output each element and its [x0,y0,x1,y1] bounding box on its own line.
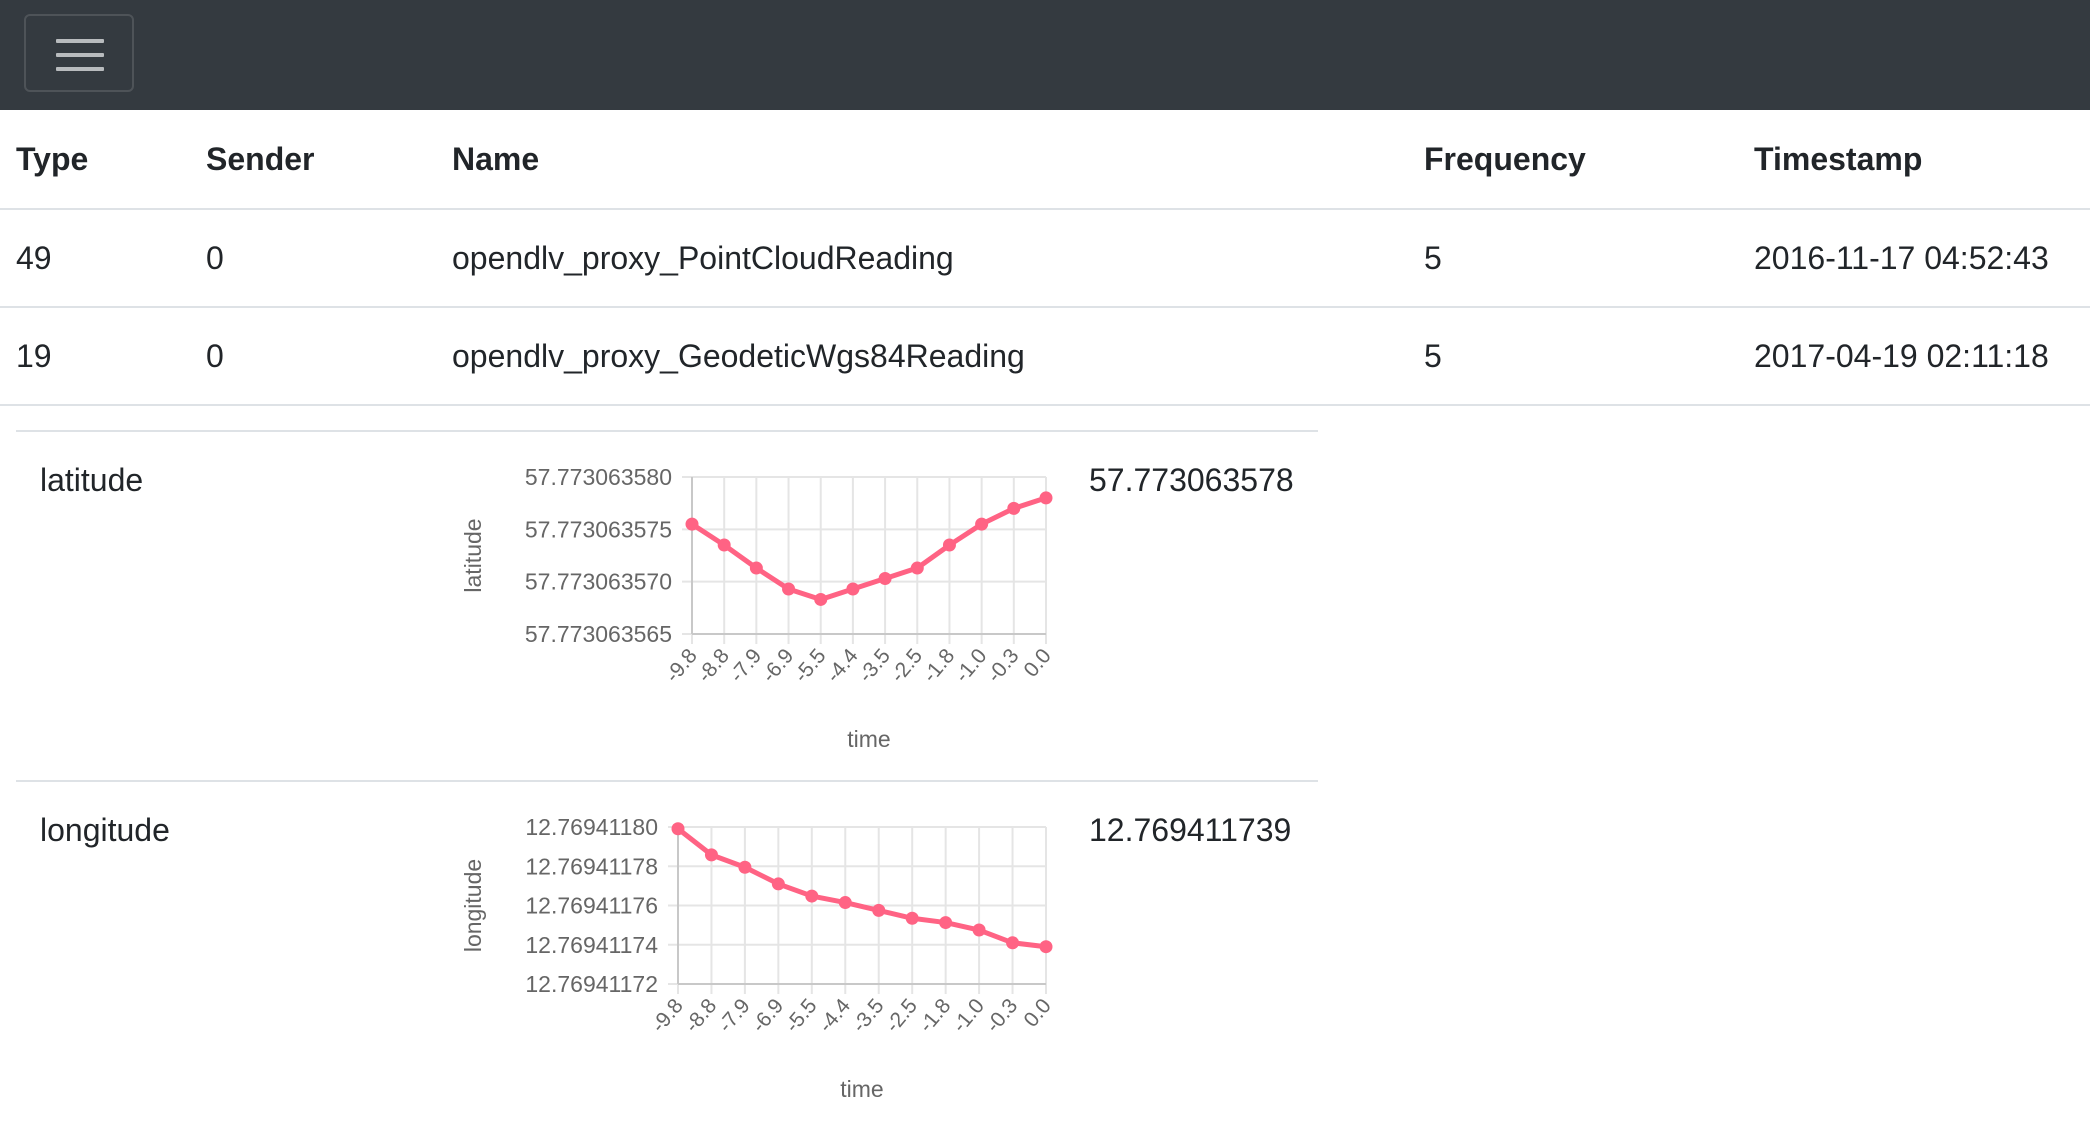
cell-timestamp: 2016-11-17 04:52:43 [1738,209,2090,308]
data-point [738,860,752,874]
data-point [972,923,986,937]
x-tick-label: -4.4 [814,994,855,1037]
y-tick-label: 57.773063580 [525,464,672,490]
data-point [910,561,924,575]
cell-timestamp: 2017-04-19 02:11:18 [1738,307,2090,406]
x-tick-label: -9.8 [647,994,688,1037]
y-tick-label: 12.76941176 [525,893,658,919]
cell-type: 19 [0,307,190,406]
x-tick-label: -4.4 [822,644,863,687]
x-tick-label: -0.3 [981,994,1022,1037]
signal-value: 12.769411739 [1089,812,1292,848]
x-tick-label: -5.5 [781,994,822,1037]
x-tick-label: -8.8 [693,644,734,687]
column-header-frequency: Frequency [1408,110,1738,210]
y-tick-label: 57.773063565 [525,621,672,647]
column-header-timestamp: Timestamp [1738,110,2090,210]
latitude-chart: 57.773063580 57.773063575 57.773063570 57.7… [460,464,1056,752]
x-tick-label: -5.5 [790,644,831,687]
cell-sender: 0 [190,307,436,406]
y-tick-label: 12.76941180 [525,814,658,840]
cell-name: opendlv_proxy_GeodeticWgs84Reading [436,307,1408,406]
x-tick-label: -3.5 [848,994,889,1037]
cell-frequency: 5 [1408,307,1738,406]
signal-label: longitude [40,812,170,848]
y-tick-label: 12.76941172 [525,971,658,997]
signal-label: latitude [40,462,144,498]
data-point [749,561,763,575]
data-point [838,896,852,910]
cell-sender: 0 [190,209,436,308]
x-tick-label: 0.0 [1019,994,1055,1031]
data-point [1007,501,1021,515]
y-tick-label: 12.76941178 [525,853,658,879]
data-point [671,822,685,836]
cell-type: 49 [0,209,190,308]
signal-value: 57.773063578 [1089,462,1294,498]
x-tick-label: -9.8 [661,644,702,687]
navbar [0,0,2090,110]
data-point [942,538,956,552]
data-point [878,572,892,586]
y-axis-title: latitude [460,518,486,592]
longitude-chart: 12.76941180 12.76941178 12.76941176 12.7694… [460,814,1056,1102]
x-tick-label: -2.5 [881,994,922,1037]
x-tick-label: -1.8 [915,994,956,1037]
y-tick-label: 12.76941174 [525,932,658,958]
data-point [1006,936,1020,950]
x-tick-label: -6.9 [747,994,788,1037]
x-axis-title: time [840,1076,883,1102]
data-point [805,889,819,903]
data-point [1039,491,1053,505]
table-row[interactable]: 49 0 opendlv_proxy_PointCloudReading 5 2… [0,209,2090,308]
cell-name: opendlv_proxy_PointCloudReading [436,209,1408,308]
cell-frequency: 5 [1408,209,1738,308]
table-header-row: Type Sender Name Frequency Timestamp [0,110,2090,210]
x-tick-label: -2.5 [886,644,927,687]
data-point [814,592,828,606]
x-tick-label: -7.9 [714,994,755,1037]
series-line [690,495,1047,602]
x-tick-label: -7.9 [725,644,766,687]
x-axis-title: time [847,726,890,752]
x-tick-label: -1.0 [951,644,992,687]
data-point [685,517,699,531]
data-point [771,877,785,891]
y-axis-title: longitude [460,859,486,952]
data-point [905,911,919,925]
x-tick-label: -1.0 [948,994,989,1037]
x-tick-label: -1.8 [918,644,959,687]
column-header-sender: Sender [190,110,436,210]
data-point [975,517,989,531]
data-point [939,916,953,930]
table-row[interactable]: 19 0 opendlv_proxy_GeodeticWgs84Reading … [0,307,2090,406]
x-tick-label: -3.5 [854,644,895,687]
x-tick-label: -0.3 [983,644,1024,687]
data-point [717,538,731,552]
series-line [676,826,1047,950]
x-tick-label: 0.0 [1019,644,1055,681]
y-tick-label: 57.773063570 [525,569,672,595]
column-header-name: Name [436,110,1408,210]
signal-row-longitude: longitude 12.76941180 12.76941178 12.76941… [16,780,1318,1132]
x-tick-label: -6.9 [757,644,798,687]
y-tick-label: 57.773063575 [525,516,672,542]
signal-row-latitude: latitude 57.773063580 57.773063575 57.7730… [16,430,1318,782]
x-tick-label: -8.8 [680,994,721,1037]
navbar-toggle-button[interactable] [24,14,134,92]
data-point [872,903,886,917]
data-point [704,848,718,862]
data-point [1039,940,1053,954]
column-header-type: Type [0,110,190,210]
data-point [846,582,860,596]
messages-table: Type Sender Name Frequency Timestamp 49 … [0,110,2090,406]
data-point [782,582,796,596]
